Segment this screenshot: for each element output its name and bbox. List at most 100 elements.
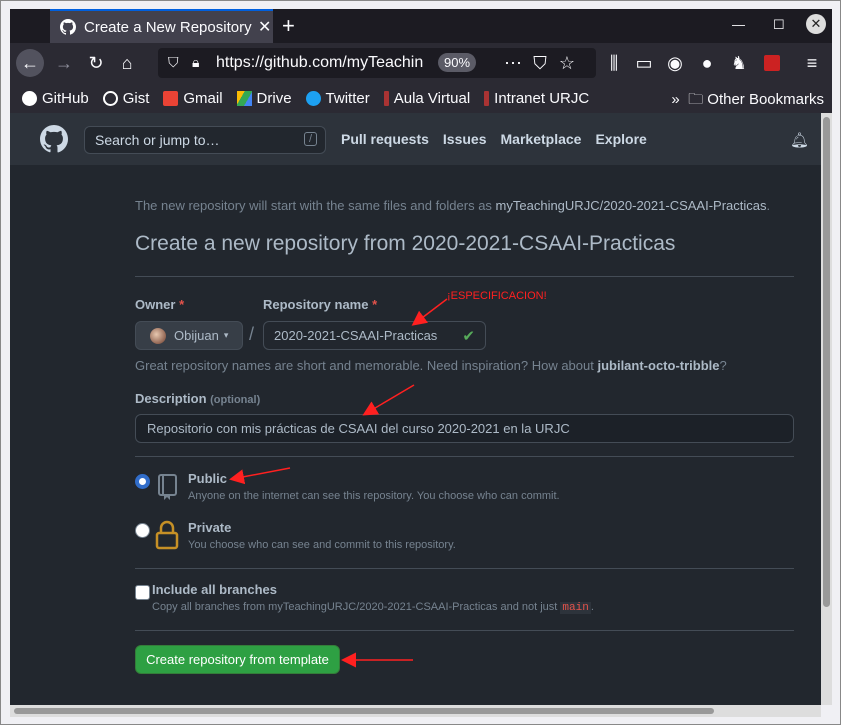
horizontal-scrollbar[interactable] — [10, 705, 821, 717]
extension-red-icon[interactable] — [758, 49, 786, 77]
new-tab-button[interactable]: + — [282, 13, 295, 39]
owner-label: Owner * — [135, 297, 184, 312]
description-input[interactable]: Repositorio con mis prácticas de CSAAI d… — [135, 414, 794, 443]
scrollbar-thumb[interactable] — [14, 708, 714, 714]
pocket-icon[interactable]: ⛉ — [526, 49, 554, 77]
bookmark-drive[interactable]: Drive — [236, 89, 292, 107]
hint-suffix: ? — [719, 358, 727, 373]
shield-icon[interactable]: ⛉ — [168, 54, 179, 71]
public-radio[interactable] — [135, 474, 150, 489]
github-nav: Pull requests Issues Marketplace Explore — [341, 131, 661, 147]
bookmark-star-icon[interactable]: ☆ — [553, 49, 581, 77]
required-mark: * — [179, 297, 185, 312]
bell-icon[interactable]: 🔔︎ — [790, 131, 809, 149]
back-button[interactable]: ← — [16, 49, 44, 77]
vertical-scrollbar[interactable] — [821, 113, 832, 705]
nav-pull-requests[interactable]: Pull requests — [341, 131, 429, 147]
github-extension-icon[interactable]: ● — [693, 49, 721, 77]
bookmark-label: Drive — [256, 89, 292, 107]
urjc-icon — [484, 90, 490, 106]
owner-repo-separator: / — [249, 324, 255, 344]
globe-icon — [102, 90, 118, 106]
optional-label: (optional) — [210, 394, 261, 406]
urjc-icon — [383, 90, 389, 106]
drive-icon — [236, 90, 252, 106]
bookmark-label: Gmail — [183, 89, 223, 107]
bookmark-gist[interactable]: Gist — [102, 89, 150, 107]
bookmark-gmail[interactable]: Gmail — [163, 89, 223, 107]
url-text[interactable]: https://github.com/myTeachin — [216, 54, 446, 72]
nav-explore[interactable]: Explore — [595, 131, 646, 147]
search-placeholder: Search or jump to… — [95, 132, 220, 148]
close-tab-icon[interactable]: ✕ — [258, 17, 271, 37]
private-radio[interactable] — [135, 523, 150, 538]
sidebar-icon[interactable]: ▭ — [630, 49, 658, 77]
close-window-icon[interactable]: ✕ — [806, 14, 826, 34]
divider — [135, 276, 794, 277]
maximize-icon[interactable]: ☐ — [773, 17, 785, 33]
hint-suggestion[interactable]: jubilant-octo-tribble — [597, 358, 719, 373]
bookmark-label: Gist — [122, 89, 150, 107]
page-actions-icon[interactable]: ⋯ — [499, 49, 527, 77]
chevrons-icon[interactable]: » — [671, 91, 679, 108]
minimize-icon[interactable]: — — [732, 17, 745, 32]
github-icon — [22, 90, 37, 106]
public-title: Public — [188, 471, 228, 486]
check-icon: ✔ — [462, 328, 475, 345]
arrow-public — [229, 467, 291, 485]
folder-icon: 🗀 — [688, 91, 704, 108]
scrollbar-thumb[interactable] — [823, 117, 830, 607]
owner-value: Obijuan — [174, 328, 219, 343]
library-icon[interactable]: ⫼ — [600, 49, 628, 77]
github-header: Search or jump to… / Pull requests Issue… — [10, 113, 821, 165]
bookmarks-bar: GitHub Gist Gmail Drive Twitter Aula Vir… — [10, 83, 832, 113]
lock-icon[interactable]: 🔒︎ — [192, 54, 199, 71]
repo-name-input[interactable]: 2020-2021-CSAAI-Practicas ✔ — [263, 321, 486, 350]
nav-issues[interactable]: Issues — [443, 131, 487, 147]
bookmark-github[interactable]: GitHub — [22, 90, 89, 107]
account-icon[interactable]: ◉ — [661, 49, 689, 77]
bookmark-twitter[interactable]: Twitter — [305, 90, 370, 107]
repo-name-label: Repository name * — [263, 297, 377, 312]
github-logo-icon[interactable] — [40, 125, 68, 153]
zoom-badge[interactable]: 90% — [438, 53, 477, 72]
bookmark-aula-virtual[interactable]: Aula Virtual — [383, 89, 471, 107]
branches-desc-suffix: . — [590, 601, 594, 613]
gmail-icon — [163, 90, 179, 106]
search-input[interactable]: Search or jump to… / — [84, 126, 326, 154]
include-branches-title: Include all branches — [152, 582, 277, 597]
divider — [135, 568, 794, 569]
reload-button[interactable]: ↻ — [82, 49, 110, 77]
create-repository-button[interactable]: Create repository from template — [135, 645, 340, 674]
include-branches-checkbox[interactable] — [135, 585, 150, 600]
caret-down-icon: ▾ — [223, 330, 229, 340]
tab-title: Create a New Repository — [84, 18, 252, 36]
intro-prefix: The new repository will start with the s… — [135, 198, 496, 213]
description-label-text: Description — [135, 391, 207, 406]
forward-button[interactable]: → — [50, 49, 78, 77]
home-button[interactable]: ⌂ — [113, 49, 141, 77]
divider — [135, 630, 794, 631]
menu-icon[interactable]: ≡ — [798, 49, 826, 77]
other-bookmarks-label: Other Bookmarks — [707, 91, 824, 108]
gnu-extension-icon[interactable]: ♞ — [725, 49, 753, 77]
private-title: Private — [188, 520, 232, 535]
bookmark-intranet-urjc[interactable]: Intranet URJC — [484, 90, 589, 107]
tab-bar: Create a New Repository ✕ + — ☐ ✕ — [10, 9, 832, 43]
search-shortcut-badge: / — [303, 132, 317, 146]
private-desc: You choose who can see and commit to thi… — [188, 539, 456, 551]
page-title: Create a new repository from 2020-2021-C… — [135, 232, 676, 255]
nav-marketplace[interactable]: Marketplace — [501, 131, 582, 147]
owner-select[interactable]: Obijuan ▾ — [135, 321, 243, 350]
lock-icon — [155, 520, 179, 550]
repo-name-hint: Great repository names are short and mem… — [135, 358, 727, 373]
bookmark-label: Aula Virtual — [393, 89, 471, 107]
other-bookmarks[interactable]: » 🗀 Other Bookmarks — [671, 89, 824, 114]
repo-icon — [158, 474, 177, 500]
intro-text: The new repository will start with the s… — [135, 198, 770, 213]
navigation-bar: ← → ↻ ⌂ ⛉ 🔒︎ https://github.com/myTeachi… — [10, 43, 832, 83]
tab-active[interactable]: Create a New Repository ✕ — [50, 9, 273, 43]
twitter-icon — [305, 90, 321, 106]
annotation-label: ¡ESPECIFICACION! — [447, 290, 547, 302]
bookmark-label: GitHub — [42, 89, 89, 107]
